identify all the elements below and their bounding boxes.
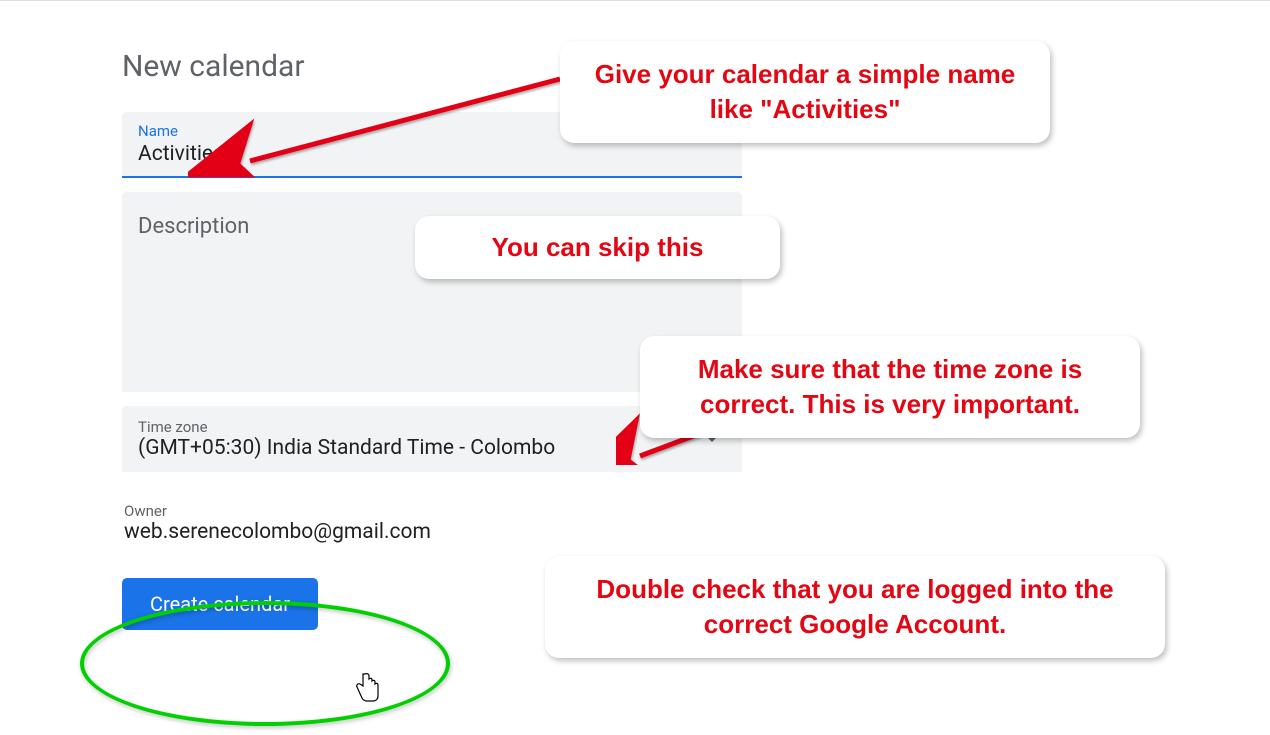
name-input[interactable]: [138, 142, 726, 166]
annotation-name-tip: Give your calendar a simple name like "A…: [560, 41, 1050, 143]
annotation-owner-tip: Double check that you are logged into th…: [545, 556, 1165, 658]
cursor-pointer-icon: [355, 672, 381, 702]
owner-label: Owner: [124, 502, 740, 520]
owner-value: web.serenecolombo@gmail.com: [124, 520, 431, 544]
create-calendar-button[interactable]: Create calendar: [122, 578, 318, 630]
owner-field: Owner web.serenecolombo@gmail.com: [122, 486, 742, 544]
annotation-timezone-tip: Make sure that the time zone is correct.…: [640, 336, 1140, 438]
timezone-label: Time zone: [138, 418, 706, 436]
timezone-value: (GMT+05:30) India Standard Time - Colomb…: [138, 436, 555, 460]
annotation-description-tip: You can skip this: [415, 216, 780, 279]
